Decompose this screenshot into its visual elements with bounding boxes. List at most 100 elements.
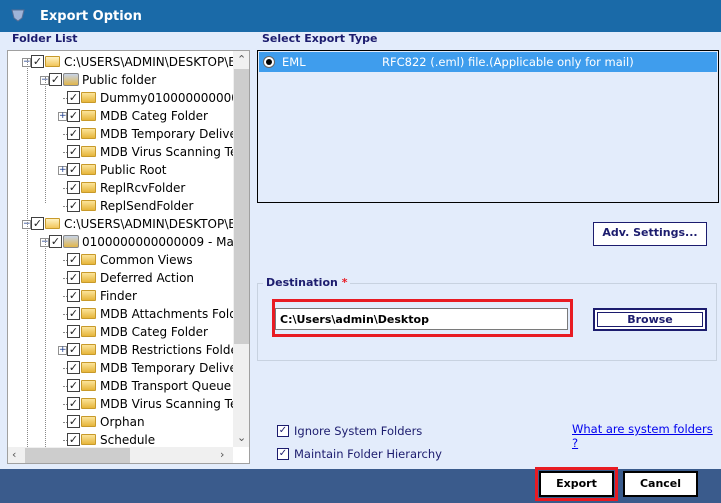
tree-checkbox[interactable]: ✓: [67, 307, 80, 320]
folder-icon: [81, 308, 96, 319]
tree-checkbox[interactable]: ✓: [49, 73, 62, 86]
browse-button[interactable]: Browse: [593, 308, 707, 331]
export-type-list[interactable]: EML RFC822 (.eml) file.(Applicable only …: [257, 50, 719, 203]
destination-input[interactable]: C:\Users\admin\Desktop: [275, 308, 568, 330]
tree-item-label: Public folder: [82, 73, 157, 87]
expand-icon[interactable]: +: [58, 166, 67, 175]
tree-item[interactable]: ✓ Dummy0100000000000000: [8, 89, 249, 107]
browse-label: Browse: [597, 312, 703, 327]
tree-checkbox[interactable]: ✓: [67, 289, 80, 302]
tree-item[interactable]: − ✓ 0100000000000009 - Mailbox: [8, 233, 249, 251]
folder-open-icon: [45, 218, 60, 229]
tree-item-label: Dummy0100000000000000: [100, 91, 249, 105]
tree-item[interactable]: ✓ MDB Virus Scanning Tem: [8, 395, 249, 413]
tree-item-label: MDB Temporary Delivery: [100, 361, 249, 375]
tree-item[interactable]: ✓ ReplSendFolder: [8, 197, 233, 215]
expand-icon[interactable]: +: [58, 346, 67, 355]
adv-settings-button[interactable]: Adv. Settings...: [593, 222, 707, 246]
expand-icon[interactable]: +: [58, 112, 67, 121]
tree-item[interactable]: ✓ MDB Transport Queue Fo: [8, 377, 249, 395]
tree-checkbox[interactable]: ✓: [31, 217, 44, 230]
maintain-hierarchy-label: Maintain Folder Hierarchy: [294, 447, 442, 461]
folder-icon: [81, 380, 96, 391]
tree-checkbox[interactable]: ✓: [67, 127, 80, 140]
folder-open-icon: [45, 56, 60, 67]
scroll-down-icon[interactable]: ⌄: [237, 431, 246, 444]
tree-item[interactable]: ✓ MDB Categ Folder: [8, 323, 233, 341]
ignore-system-folders-label: Ignore System Folders: [294, 424, 423, 438]
tree-item[interactable]: − ✓ C:\USERS\ADMIN\DESKTOP\ED: [8, 53, 245, 71]
scroll-thumb[interactable]: [234, 69, 249, 344]
folder-icon: [81, 164, 96, 175]
folder-icon: [81, 146, 96, 157]
tree-item[interactable]: ✓ ReplRcvFolder: [8, 179, 233, 197]
folder-icon: [81, 254, 96, 265]
hscroll-thumb[interactable]: [25, 448, 130, 463]
scroll-right-icon[interactable]: ›: [220, 448, 224, 461]
tree-item[interactable]: + ✓ MDB Restrictions Folder: [8, 341, 243, 359]
folder-list-label: Folder List: [12, 32, 78, 45]
folder-icon: [81, 272, 96, 283]
tree-checkbox[interactable]: ✓: [67, 91, 80, 104]
tree-checkbox[interactable]: ✓: [67, 163, 80, 176]
tree-item[interactable]: + ✓ Public Root: [8, 161, 233, 179]
tree-checkbox[interactable]: ✓: [67, 343, 80, 356]
cancel-button[interactable]: Cancel: [623, 471, 698, 497]
app-logo-icon: [11, 9, 25, 22]
tree-checkbox[interactable]: ✓: [67, 433, 80, 446]
tree-checkbox[interactable]: ✓: [67, 361, 80, 374]
vertical-scrollbar[interactable]: ⌃ ⌄: [233, 51, 249, 447]
destination-label: Destination *: [263, 276, 351, 289]
tree-checkbox[interactable]: ✓: [67, 109, 80, 122]
tree-checkbox[interactable]: ✓: [67, 415, 80, 428]
tree-item[interactable]: ✓ MDB Virus Scanning Tem: [8, 143, 249, 161]
scroll-up-icon[interactable]: ⌃: [237, 53, 246, 66]
horizontal-scrollbar[interactable]: ‹ ›: [8, 447, 233, 463]
folder-tree[interactable]: − ✓ C:\USERS\ADMIN\DESKTOP\ED − ✓ Public fold…: [7, 50, 250, 464]
scroll-left-icon[interactable]: ‹: [12, 448, 16, 461]
tree-checkbox[interactable]: ✓: [67, 145, 80, 158]
required-mark: *: [341, 276, 348, 289]
tree-guide-line: [27, 59, 28, 459]
mailbox-store-icon: [63, 73, 79, 86]
tree-item[interactable]: ✓ MDB Temporary Delivery: [8, 125, 249, 143]
title-bar: Export Option: [0, 0, 721, 32]
tree-checkbox[interactable]: ✓: [49, 235, 62, 248]
tree-checkbox[interactable]: ✓: [67, 379, 80, 392]
tree-item-label: MDB Transport Queue Fo: [100, 379, 249, 393]
tree-checkbox[interactable]: ✓: [67, 181, 80, 194]
tree-item-label: ReplRcvFolder: [100, 181, 186, 195]
tree-checkbox[interactable]: ✓: [31, 55, 44, 68]
tree-item[interactable]: + ✓ MDB Categ Folder: [8, 107, 233, 125]
tree-item[interactable]: ✓ MDB Temporary Delivery: [8, 359, 249, 377]
export-type-label: Select Export Type: [262, 32, 378, 45]
destination-label-text: Destination: [266, 276, 338, 289]
export-button[interactable]: Export: [539, 471, 614, 497]
tree-checkbox[interactable]: ✓: [67, 397, 80, 410]
tree-item[interactable]: ✓ Deferred Action: [8, 269, 233, 287]
tree-item[interactable]: − ✓ Public folder: [8, 71, 233, 89]
tree-item-label: C:\USERS\ADMIN\DESKTOP\ED: [64, 55, 246, 69]
maintain-hierarchy-checkbox[interactable]: ✓: [277, 448, 289, 460]
radio-selected-icon[interactable]: [263, 56, 275, 68]
tree-guide-line: [45, 77, 46, 203]
folder-icon: [81, 344, 96, 355]
tree-item[interactable]: ✓ Orphan: [8, 413, 233, 431]
export-option-eml[interactable]: EML RFC822 (.eml) file.(Applicable only …: [259, 52, 717, 72]
tree-item[interactable]: ✓ MDB Attachments Folde: [8, 305, 244, 323]
tree-item-label: MDB Temporary Delivery: [100, 127, 249, 141]
tree-checkbox[interactable]: ✓: [67, 253, 80, 266]
folder-icon: [81, 182, 96, 193]
tree-checkbox[interactable]: ✓: [67, 325, 80, 338]
tree-item-label: Common Views: [100, 253, 193, 267]
tree-checkbox[interactable]: ✓: [67, 271, 80, 284]
tree-item[interactable]: − ✓ C:\USERS\ADMIN\DESKTOP\ED: [8, 215, 245, 233]
folder-icon: [81, 110, 96, 121]
tree-item[interactable]: ✓ Finder: [8, 287, 233, 305]
tree-item-label: MDB Categ Folder: [100, 325, 208, 339]
system-folders-help-link[interactable]: What are system folders ?: [572, 422, 721, 450]
tree-item[interactable]: ✓ Common Views: [8, 251, 233, 269]
ignore-system-folders-checkbox[interactable]: ✓: [277, 425, 289, 437]
option-name: EML: [282, 55, 306, 69]
tree-checkbox[interactable]: ✓: [67, 199, 80, 212]
